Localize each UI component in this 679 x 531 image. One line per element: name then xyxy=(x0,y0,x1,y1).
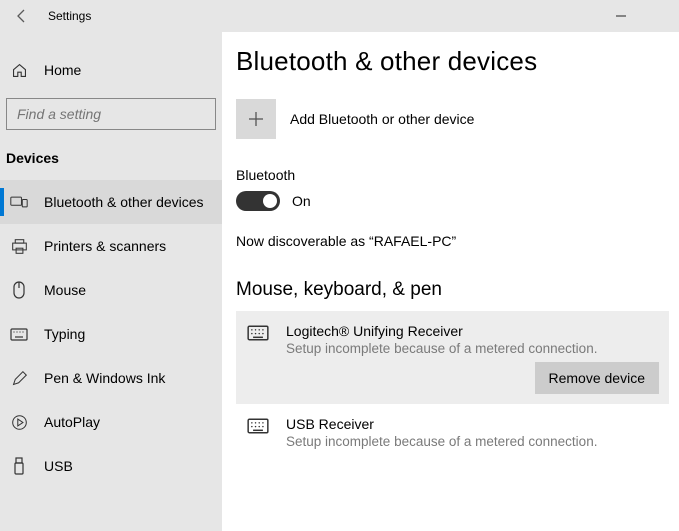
sidebar-item-mouse[interactable]: Mouse xyxy=(0,268,222,312)
devices-icon xyxy=(10,194,28,210)
page-title: Bluetooth & other devices xyxy=(236,46,669,77)
add-device-button[interactable]: Add Bluetooth or other device xyxy=(236,99,669,139)
home-icon xyxy=(10,62,28,79)
search-input[interactable] xyxy=(6,98,216,130)
plus-icon xyxy=(236,99,276,139)
back-button[interactable] xyxy=(0,0,44,32)
minimize-button[interactable] xyxy=(599,0,643,32)
titlebar: Settings xyxy=(0,0,679,32)
window-title: Settings xyxy=(48,9,91,23)
section-header: Mouse, keyboard, & pen xyxy=(236,279,669,301)
sidebar-home-label: Home xyxy=(44,62,81,78)
sidebar-group-header: Devices xyxy=(0,142,222,180)
sidebar-item-label: Mouse xyxy=(44,282,86,298)
main-panel: Bluetooth & other devices Add Bluetooth … xyxy=(222,32,679,531)
sidebar-item-printers[interactable]: Printers & scanners xyxy=(0,224,222,268)
remove-device-button[interactable]: Remove device xyxy=(535,362,660,394)
device-item[interactable]: USB Receiver Setup incomplete because of… xyxy=(236,404,669,461)
keyboard-icon xyxy=(244,323,272,356)
sidebar-item-autoplay[interactable]: AutoPlay xyxy=(0,400,222,444)
add-device-label: Add Bluetooth or other device xyxy=(290,111,474,127)
keyboard-icon xyxy=(10,328,28,341)
device-name: Logitech® Unifying Receiver xyxy=(286,323,657,339)
autoplay-icon xyxy=(10,414,28,431)
sidebar-item-label: AutoPlay xyxy=(44,414,100,430)
device-subtext: Setup incomplete because of a metered co… xyxy=(286,341,657,356)
printer-icon xyxy=(10,238,28,255)
device-item[interactable]: Logitech® Unifying Receiver Setup incomp… xyxy=(236,311,669,404)
keyboard-icon xyxy=(244,416,272,449)
sidebar: Home Devices Bluetooth & other devices P… xyxy=(0,32,222,531)
sidebar-home[interactable]: Home xyxy=(0,48,222,92)
sidebar-item-label: Bluetooth & other devices xyxy=(44,194,204,210)
mouse-icon xyxy=(10,281,28,299)
discoverable-text: Now discoverable as “RAFAEL-PC” xyxy=(236,233,669,249)
bluetooth-toggle[interactable] xyxy=(236,191,280,211)
bluetooth-label: Bluetooth xyxy=(236,167,669,183)
pen-icon xyxy=(10,370,28,387)
device-subtext: Setup incomplete because of a metered co… xyxy=(286,434,657,449)
sidebar-item-typing[interactable]: Typing xyxy=(0,312,222,356)
sidebar-item-label: Pen & Windows Ink xyxy=(44,370,165,386)
bluetooth-state: On xyxy=(292,193,311,209)
sidebar-item-pen[interactable]: Pen & Windows Ink xyxy=(0,356,222,400)
sidebar-item-label: Typing xyxy=(44,326,85,342)
device-name: USB Receiver xyxy=(286,416,657,432)
sidebar-item-label: USB xyxy=(44,458,73,474)
sidebar-item-usb[interactable]: USB xyxy=(0,444,222,488)
usb-icon xyxy=(10,457,28,475)
sidebar-item-bluetooth[interactable]: Bluetooth & other devices xyxy=(0,180,222,224)
sidebar-item-label: Printers & scanners xyxy=(44,238,166,254)
